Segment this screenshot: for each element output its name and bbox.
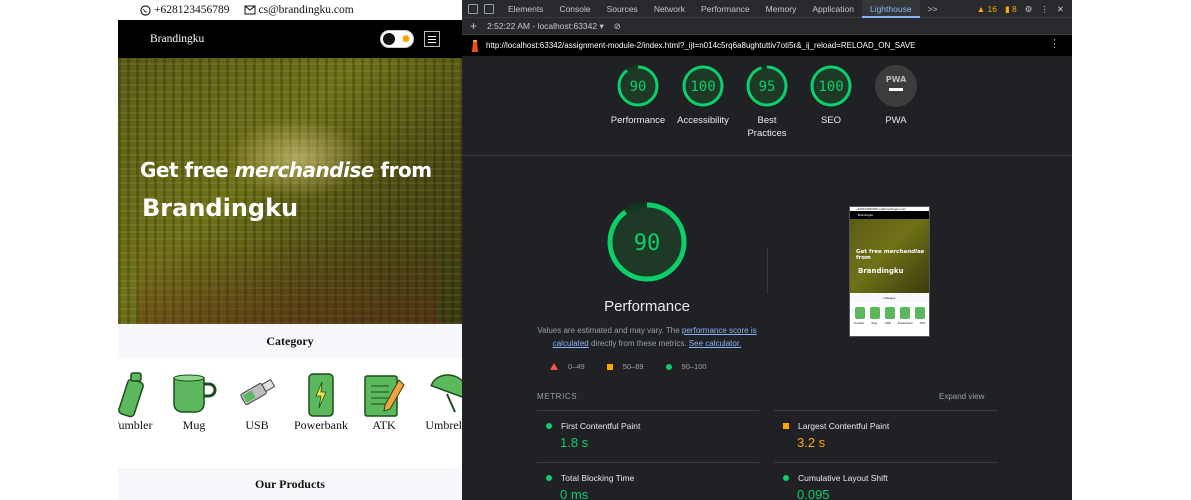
devtools-panel: Elements Console Sources Network Perform… [462,0,1072,500]
settings-gear-icon[interactable]: ⚙ [1025,4,1033,15]
warning-count[interactable]: ▲ 16 [977,4,997,14]
kebab-menu-icon[interactable]: ⋮ [1040,4,1049,15]
svg-text:95: 95 [759,79,776,95]
svg-text:90: 90 [634,231,661,256]
issue-count[interactable]: ▮ 8 [1005,4,1017,15]
metric-cls: Cumulative Layout Shift 0.095 [783,473,983,500]
report-selector[interactable]: 2:52:22 AM - localhost:63342 ▾ [487,21,604,32]
status-good-icon [546,475,552,481]
metrics-header: METRICS [537,392,578,401]
score-gauge: 90 [617,65,659,107]
toggle-knob [383,33,395,45]
pwa-badge-icon: PWA [875,65,917,107]
score-legend: 0–49 50–89 90–100 [550,362,707,371]
score-gauge: 100 [810,65,852,107]
email-contact[interactable]: cs@brandingku.com [244,4,354,16]
tab-application[interactable]: Application [804,0,862,18]
plus-icon[interactable]: + [470,19,477,33]
performance-note: Values are estimated and may vary. The p… [537,326,757,348]
legend-good: 90–100 [665,362,707,371]
inspect-element-icon[interactable] [468,3,478,14]
email-text: cs@brandingku.com [258,4,354,16]
hero-title: Get free merchandise from [140,158,432,182]
tumbler-icon [118,372,144,418]
page-screenshot-thumbnail[interactable]: +628123456789 cs@brandingku.com Branding… [849,206,930,337]
tab-memory[interactable]: Memory [758,0,805,18]
score-gauge: 100 [682,65,724,107]
status-average-icon [783,423,789,429]
section-divider [767,248,768,294]
whatsapp-icon [140,4,151,16]
big-score-gauge: 90 [607,202,687,282]
clear-icon[interactable]: ⊘ [614,21,621,32]
envelope-icon [244,5,255,15]
more-tabs-button[interactable]: >> [920,0,946,18]
tab-network[interactable]: Network [646,0,693,18]
tab-performance[interactable]: Performance [693,0,758,18]
lighthouse-toolbar: + 2:52:22 AM - localhost:63342 ▾ ⊘ [462,18,1072,35]
legend-poor: 0–49 [550,362,585,371]
gauge-accessibility[interactable]: 100 Accessibility [673,64,733,127]
metric-divider [537,410,759,411]
score-gauge: 95 [746,65,788,107]
see-calculator-link[interactable]: See calculator. [689,339,741,348]
category-mug[interactable]: Mug [159,358,229,433]
expand-view-toggle[interactable]: Expand view [939,392,984,401]
svg-text:100: 100 [818,79,843,95]
tab-console[interactable]: Console [551,0,598,18]
metric-divider [537,462,759,463]
legend-average: 50–89 [606,362,644,371]
report-url-bar: http://localhost:63342/assignment-module… [462,35,1072,56]
gauge-seo[interactable]: 100 SEO [801,64,861,127]
site-navbar: Brandingku ✹ [118,20,462,58]
report-menu-icon[interactable]: ⋮ [1049,39,1060,50]
usb-icon [240,378,276,405]
brand-logo[interactable]: Brandingku [150,33,204,45]
category-heading: Category [118,324,462,358]
devtools-tabbar: Elements Console Sources Network Perform… [462,0,1072,18]
phone-contact[interactable]: +628123456789 [140,4,230,16]
notebook-icon [364,375,405,417]
theme-toggle[interactable]: ✹ [380,30,414,48]
umbrella-icon [430,374,462,413]
svg-text:100: 100 [690,79,715,95]
contact-bar: +628123456789 cs@brandingku.com [118,0,462,20]
hero-subtitle: Brandingku [142,194,299,222]
hamburger-menu-icon[interactable] [424,31,440,47]
category-usb[interactable]: USB [222,358,292,433]
status-good-icon [783,475,789,481]
metric-divider [774,462,998,463]
svg-text:90: 90 [630,79,647,95]
performance-title: Performance [604,298,690,315]
tab-elements[interactable]: Elements [500,0,551,18]
website-preview: +628123456789 cs@brandingku.com Branding… [118,0,462,500]
hero-banner: Get free merchandise from Brandingku [118,58,462,324]
svg-text:PWA: PWA [886,75,907,84]
report-url[interactable]: http://localhost:63342/assignment-module… [486,41,915,50]
metric-tbt: Total Blocking Time 0 ms [546,473,746,500]
products-heading: Our Products [118,468,462,500]
metric-lcp: Largest Contentful Paint 3.2 s [783,421,983,450]
category-powerbank[interactable]: Powerbank [286,358,356,433]
device-toolbar-icon[interactable] [484,3,494,14]
powerbank-icon [308,373,334,417]
metric-divider [774,410,998,411]
category-list: Tumbler Mug USB Powerbank ATK Umbrella [118,358,462,468]
score-summary: 90 Performance 100 Accessibility 95 Best… [462,56,1072,156]
gauge-best-practices[interactable]: 95 Best Practices [737,64,797,140]
tab-sources[interactable]: Sources [599,0,646,18]
status-good-icon [546,423,552,429]
metric-fcp: First Contentful Paint 1.8 s [546,421,746,450]
gauge-pwa[interactable]: PWA PWA [866,64,926,127]
sun-icon: ✹ [400,32,411,46]
mug-icon [173,374,217,413]
gauge-performance[interactable]: 90 Performance [608,64,668,127]
phone-text: +628123456789 [154,4,230,16]
category-atk[interactable]: ATK [349,358,419,433]
performance-big-gauge: 90 [542,200,752,289]
tab-lighthouse[interactable]: Lighthouse [861,0,920,18]
category-umbrella[interactable]: Umbrella [413,358,462,433]
lighthouse-icon [472,39,478,52]
close-icon[interactable]: ✕ [1057,4,1064,15]
